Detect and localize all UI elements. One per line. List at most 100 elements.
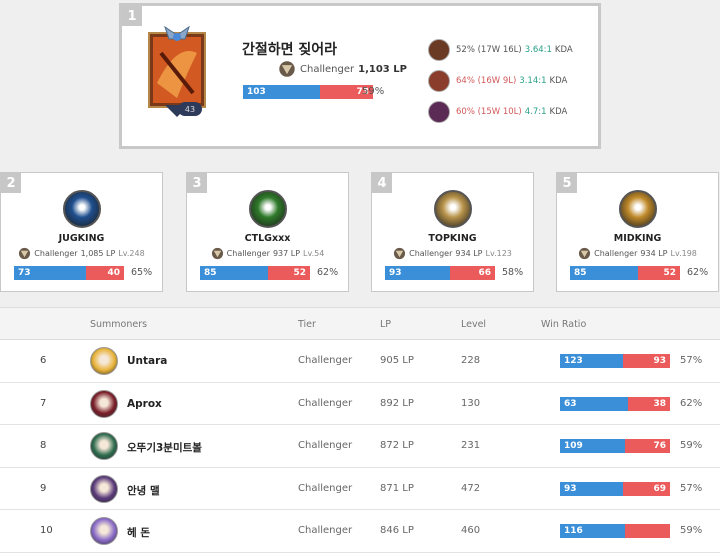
win-loss-bar: 123 93 (560, 354, 670, 368)
kda-value: 4.7:1 (524, 106, 547, 117)
lp-text: 1,085 LP (80, 249, 116, 258)
lp-text: 1,103 LP (358, 63, 407, 75)
lp-cell: 871 LP (380, 482, 414, 494)
rank-badge: 2 (1, 173, 21, 193)
wins-segment: 93 (385, 266, 450, 280)
win-loss-bar: 93 66 (385, 266, 495, 280)
lp-cell: 892 LP (380, 397, 414, 409)
tier-text: Challenger (409, 249, 453, 258)
tier-text: Challenger (594, 249, 638, 258)
summoner-icon (619, 190, 657, 228)
table-header: Summoners Tier LP Level Win Ratio (0, 307, 720, 340)
tier-line: Challenger 937 LP Lv.54 (187, 247, 348, 260)
level-badge: 43 (178, 102, 202, 116)
losses-count: 52 (663, 268, 676, 278)
top-card-4[interactable]: 4 TOPKING Challenger 934 LP Lv.123 93 66 58% (371, 172, 534, 292)
losses-segment (624, 524, 670, 538)
table-row[interactable]: 9 안녕 맬 Challenger 871 LP 472 93 69 57% (0, 467, 720, 510)
summoner-name[interactable]: Untara (127, 355, 167, 367)
win-loss-bar: 93 69 (560, 481, 670, 496)
summoner-name[interactable]: TOPKING (372, 233, 533, 244)
challenger-icon (394, 247, 406, 260)
rank-cell: 8 (40, 440, 47, 451)
summoner-name[interactable]: 안녕 맬 (127, 483, 160, 498)
summoner-icon (63, 190, 101, 228)
most-played-item[interactable]: 60% (15W 10L) 4.7:1 KDA (428, 96, 573, 127)
wins-segment: 73 (14, 266, 86, 280)
header-win-ratio[interactable]: Win Ratio (541, 319, 586, 330)
wins-count: 85 (204, 268, 217, 278)
kda-suffix: KDA (549, 106, 568, 117)
lp-cell: 905 LP (380, 355, 414, 366)
lp-cell: 846 LP (380, 525, 414, 536)
win-ratio: 62% (317, 267, 339, 278)
top-card-2[interactable]: 2 JUGKING Challenger 1,085 LP Lv.248 73 40 65% (0, 172, 163, 292)
champion-record: 52% (17W 16L) (456, 44, 522, 55)
header-lp[interactable]: LP (380, 319, 391, 330)
summoner-avatar-icon (90, 432, 118, 460)
summoner-name[interactable]: JUGKING (1, 233, 162, 244)
most-played-item[interactable]: 52% (17W 16L) 3.64:1 KDA (428, 34, 573, 65)
challenger-icon (211, 247, 223, 260)
top1-card[interactable]: 1 43 간절하면 짖어라 Challenger 1,103 LP 103 73… (119, 3, 601, 149)
champion-record: 60% (15W 10L) (456, 106, 522, 117)
summoner-name[interactable]: 간절하면 짖어라 (242, 39, 337, 59)
rank-cell: 10 (40, 525, 53, 536)
table-row[interactable]: 8 오뚜기3분미트볼 Challenger 872 LP 231 109 76 59% (0, 425, 720, 468)
most-played-list: 52% (17W 16L) 3.64:1 KDA 64% (16W 9L) 3.14:1… (428, 34, 573, 127)
header-level[interactable]: Level (461, 319, 486, 330)
wins-segment: 109 (560, 439, 625, 453)
champion-record: 64% (16W 9L) (456, 75, 517, 86)
summoner-name[interactable]: CTLGxxx (187, 233, 348, 244)
wins-count: 73 (18, 268, 31, 278)
wins-count: 103 (247, 87, 266, 97)
losses-count: 69 (653, 483, 666, 494)
win-ratio-cell: 62% (680, 397, 703, 409)
win-loss-bar: 73 40 (14, 266, 124, 280)
header-tier[interactable]: Tier (298, 319, 316, 330)
lp-text: 937 LP (272, 249, 301, 258)
wins-segment: 116 (560, 524, 625, 538)
level-cell: 472 (461, 482, 481, 494)
most-played-item[interactable]: 64% (16W 9L) 3.14:1 KDA (428, 65, 573, 96)
champion-portrait-icon (428, 38, 450, 61)
win-loss-bar: 103 73 (243, 85, 373, 99)
losses-count: 76 (653, 441, 666, 451)
tier-line: Challenger 934 LP Lv.123 (372, 247, 533, 260)
table-row[interactable]: 10 헤 돈 Challenger 846 LP 460 116 59% (0, 510, 720, 553)
losses-count: 52 (293, 268, 306, 278)
lp-cell: 872 LP (380, 440, 414, 451)
wins-segment: 63 (560, 396, 629, 411)
tier-text: Challenger (226, 249, 270, 258)
win-ratio: 59% (362, 86, 385, 97)
top-card-3[interactable]: 3 CTLGxxx Challenger 937 LP Lv.54 85 52 62% (186, 172, 349, 292)
champion-portrait-icon (428, 69, 450, 92)
summoner-name[interactable]: Aprox (127, 398, 162, 410)
champion-portrait-icon (428, 100, 450, 123)
win-ratio: 62% (687, 267, 709, 278)
wins-count: 109 (564, 441, 583, 451)
rank-cell: 6 (40, 355, 47, 366)
table-row[interactable]: 6 Untara Challenger 905 LP 228 123 93 57% (0, 340, 720, 383)
level-text: 43 (184, 104, 196, 114)
wins-segment: 123 (560, 354, 623, 368)
losses-segment: 66 (449, 266, 495, 280)
summoner-name[interactable]: 오뚜기3분미트볼 (127, 440, 202, 455)
summoner-name[interactable]: 헤 돈 (127, 525, 150, 540)
win-ratio-cell: 59% (680, 525, 703, 536)
level-text: Lv.248 (118, 249, 145, 258)
summoner-avatar-icon (90, 474, 118, 503)
wins-count: 116 (564, 526, 583, 536)
tier-cell: Challenger (298, 355, 353, 366)
table-row[interactable]: 7 Aprox Challenger 892 LP 130 63 38 62% (0, 382, 720, 425)
losses-count: 93 (653, 356, 666, 366)
level-text: Lv.123 (485, 249, 512, 258)
header-summoners[interactable]: Summoners (90, 319, 147, 330)
top-card-5[interactable]: 5 MIDKING Challenger 934 LP Lv.198 85 52 62% (556, 172, 719, 292)
summoner-name[interactable]: MIDKING (557, 233, 718, 244)
tier-line: Challenger 1,085 LP Lv.248 (1, 247, 162, 260)
tier-cell: Challenger (298, 440, 353, 451)
rank-badge: 3 (187, 173, 207, 193)
challenger-icon (19, 247, 31, 260)
level-cell: 130 (461, 397, 481, 409)
